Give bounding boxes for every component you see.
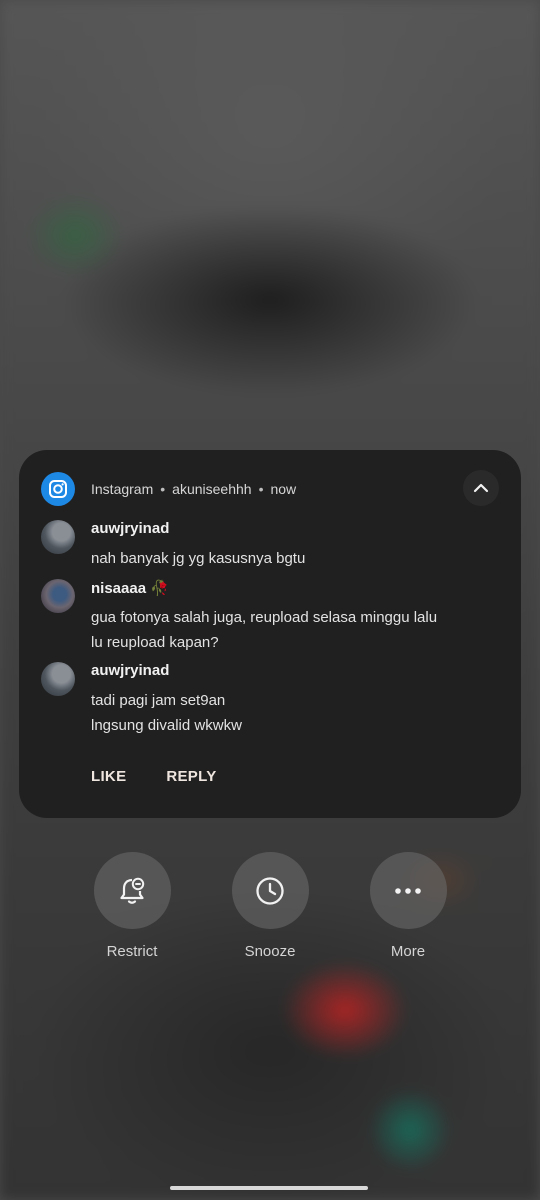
avatar	[41, 579, 75, 613]
notification-time: now	[270, 481, 297, 497]
snooze-label: Snooze	[244, 943, 296, 960]
avatar	[41, 520, 75, 554]
notification-actions: LIKE REPLY	[91, 768, 217, 785]
message-text: tadi pagi jam set9an	[91, 692, 226, 709]
clock-icon	[256, 876, 284, 905]
collapse-button[interactable]	[463, 470, 499, 506]
message-text: lu reupload kapan?	[91, 634, 219, 651]
avatar	[41, 662, 75, 696]
more-label: More	[390, 943, 426, 960]
app-name: Instagram	[91, 481, 154, 497]
home-indicator[interactable]	[170, 1186, 368, 1190]
notification-card[interactable]: Instagram • akuniseehhh • now auwjryinad…	[19, 450, 521, 818]
message-text: lngsung divalid wkwkw	[91, 717, 242, 734]
message-text: nah banyak jg yg kasusnya bgtu	[91, 550, 306, 567]
separator-dot: •	[258, 481, 264, 497]
notification-header: Instagram • akuniseehhh • now	[41, 472, 296, 506]
account-name: akuniseehhh	[172, 481, 252, 497]
chevron-up-icon	[473, 483, 489, 493]
message-sender: auwjryinad	[91, 662, 170, 679]
restrict-action[interactable]: Restrict	[82, 852, 182, 960]
separator-dot: •	[160, 481, 166, 497]
like-button[interactable]: LIKE	[91, 768, 126, 785]
restrict-button[interactable]	[93, 852, 171, 929]
instagram-icon	[41, 472, 75, 506]
restrict-label: Restrict	[106, 943, 158, 960]
reply-button[interactable]: REPLY	[166, 768, 216, 785]
message-sender: nisaaaa 🥀	[91, 580, 169, 597]
message-text: gua fotonya salah juga, reupload selasa …	[91, 609, 438, 626]
more-button[interactable]	[369, 852, 447, 929]
more-dots-icon	[395, 887, 421, 894]
snooze-action[interactable]: Snooze	[220, 852, 320, 960]
bell-minus-icon	[120, 877, 145, 904]
more-action[interactable]: More	[358, 852, 458, 960]
message-sender: auwjryinad	[91, 520, 170, 537]
snooze-button[interactable]	[231, 852, 309, 929]
